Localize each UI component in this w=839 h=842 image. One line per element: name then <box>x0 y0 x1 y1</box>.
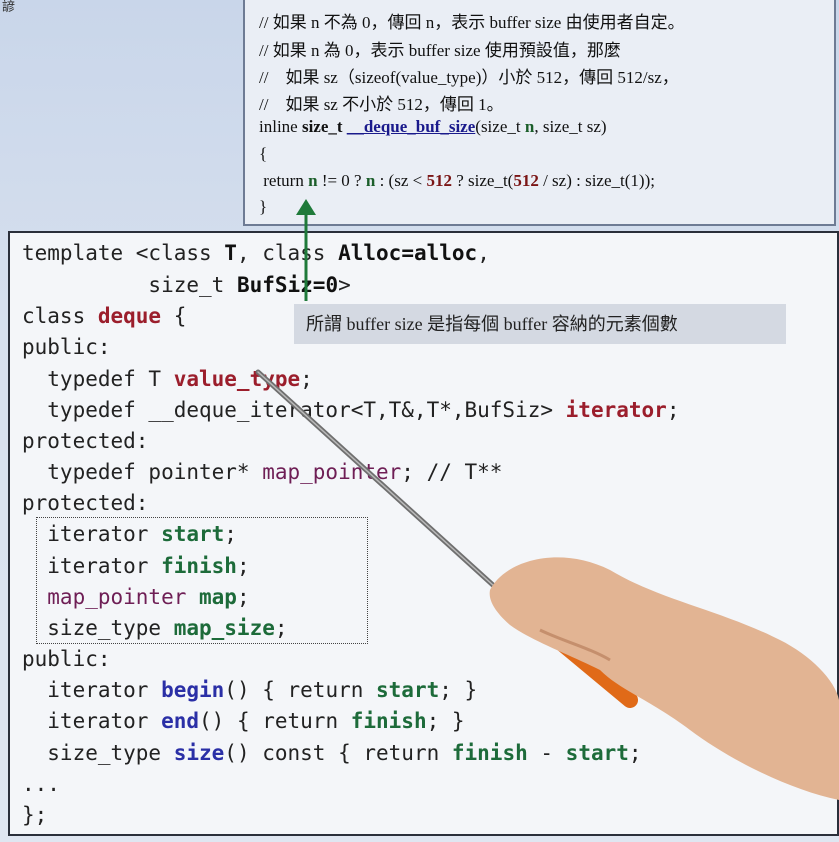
pointer-stick-icon <box>255 369 839 800</box>
